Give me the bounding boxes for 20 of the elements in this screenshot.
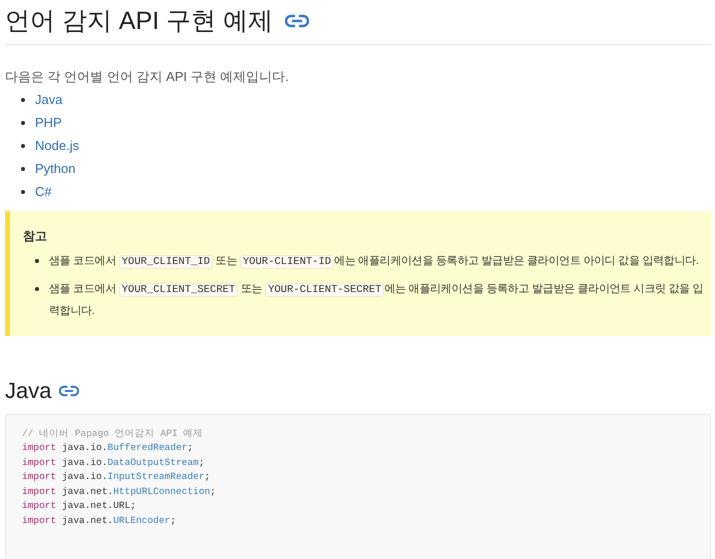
language-link[interactable]: Java	[35, 90, 62, 110]
note-text: 샘플 코드에서 YOUR_CLIENT_SECRET 또는 YOUR-CLIENT-SECRET 에는 애플리케이션을 등록하고 발급받은 클라이언트 시크릿 값을 입력합니다.	[49, 282, 704, 318]
link-icon[interactable]	[285, 14, 310, 28]
page-title: 언어 감지 API 구현 예제	[5, 6, 274, 37]
language-link[interactable]: Python	[35, 159, 76, 179]
language-link[interactable]: C#	[35, 182, 52, 202]
note-title: 참고	[23, 228, 48, 244]
code-line: import java.io.BufferedReader;	[22, 441, 194, 455]
section-title: Java	[5, 376, 52, 404]
code-line: import java.io.InputStreamReader;	[22, 470, 210, 484]
note-text: 샘플 코드에서 YOUR_CLIENT_ID 또는 YOUR-CLIENT-ID 에는 애플리케이션을 등록하고 발급받은 클라이언트 아이디 값을 입력합니다.	[49, 254, 699, 270]
code-line: // 네이버 Papago 언어감지 API 예제	[22, 426, 204, 440]
code-line: import java.net.URL;	[22, 499, 136, 513]
link-icon[interactable]	[59, 384, 80, 396]
code-line: import java.net.HttpURLConnection;	[22, 484, 216, 498]
language-link[interactable]: PHP	[35, 113, 62, 133]
intro-text: 다음은 각 언어별 언어 감지 API 구현 예제입니다.	[5, 68, 290, 86]
language-link[interactable]: Node.js	[35, 136, 80, 156]
code-line: import java.net.URLEncoder;	[22, 514, 176, 528]
code-line: import java.io.DataOutputStream;	[22, 456, 204, 470]
